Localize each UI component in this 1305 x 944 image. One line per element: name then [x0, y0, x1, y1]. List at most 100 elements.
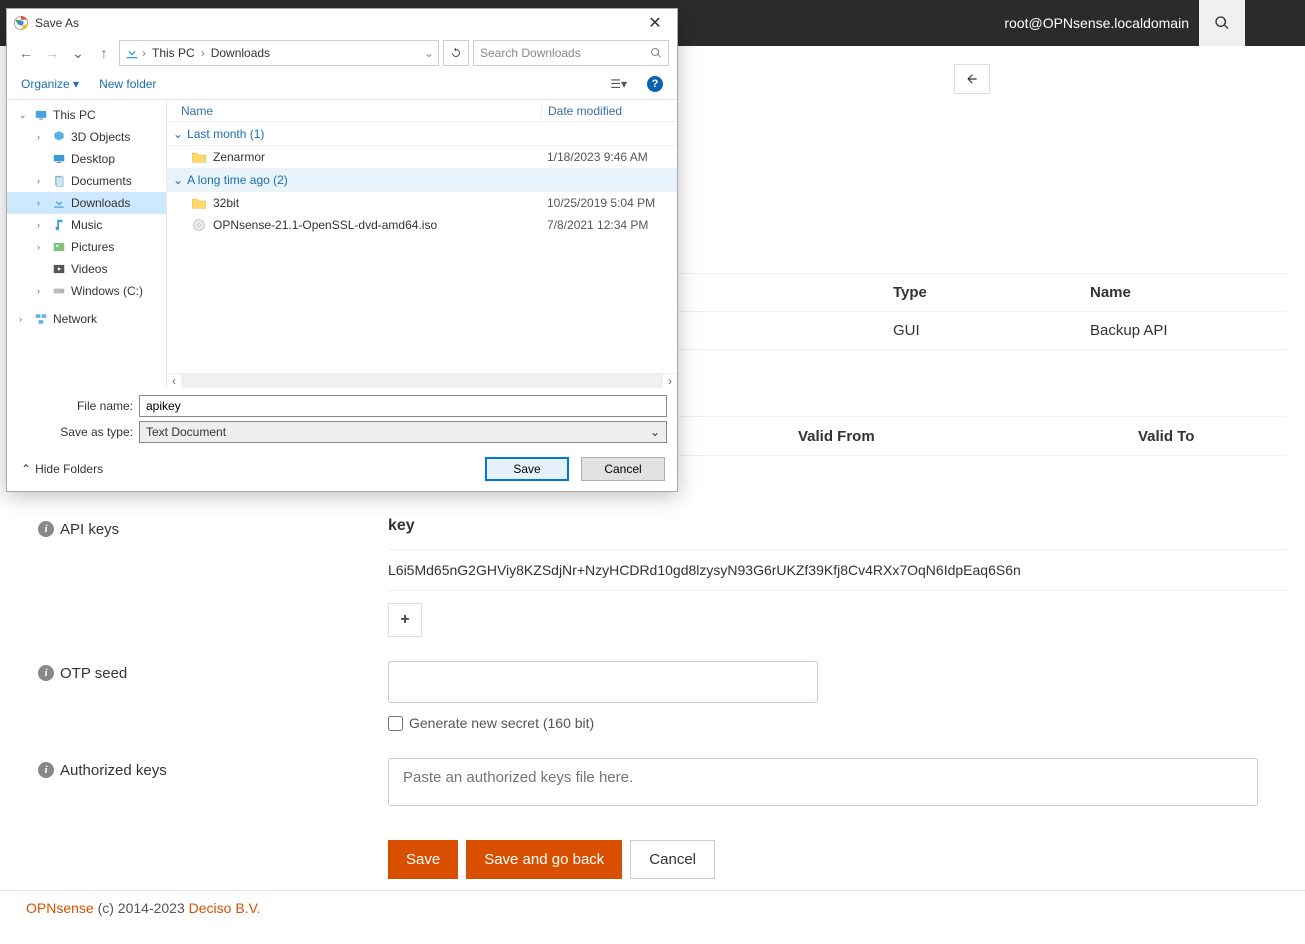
scroll-right[interactable]: ›: [663, 374, 677, 388]
tree-videos[interactable]: Videos: [7, 258, 166, 280]
breadcrumb-downloads[interactable]: Downloads: [207, 46, 274, 60]
dialog-cancel-button[interactable]: Cancel: [581, 457, 665, 481]
tree-music[interactable]: ›Music: [7, 214, 166, 236]
search-icon: [650, 47, 662, 59]
chevron-down-icon: ⌄: [650, 425, 660, 439]
otp-label: OTP seed: [60, 665, 127, 682]
downloads-icon: [51, 196, 67, 210]
new-folder-button[interactable]: New folder: [99, 77, 156, 91]
group-longtime[interactable]: ⌄A long time ago (2): [167, 168, 677, 192]
organize-menu[interactable]: Organize ▾: [21, 77, 79, 91]
tree-3dobjects[interactable]: ›3D Objects: [7, 126, 166, 148]
info-icon[interactable]: i: [38, 521, 54, 537]
footer-company-link[interactable]: Deciso B.V.: [189, 900, 261, 916]
chevron-down-icon: ⌄: [173, 173, 183, 187]
api-key-header: key: [388, 517, 1287, 550]
iso-icon: [191, 218, 207, 232]
action-row: Save Save and go back Cancel: [388, 840, 715, 879]
folder-icon: [191, 150, 207, 164]
col-valid-from: Valid From: [798, 428, 1138, 445]
desktop-icon: [51, 152, 67, 166]
dialog-fields: File name: Save as type: Text Document⌄: [7, 387, 677, 449]
filetype-label: Save as type:: [17, 425, 133, 439]
nav-up-button[interactable]: ↑: [93, 45, 115, 61]
search-button[interactable]: [1199, 0, 1245, 46]
close-button[interactable]: ✕: [639, 13, 671, 33]
arrow-left-icon: [965, 72, 979, 86]
scroll-left[interactable]: ‹: [167, 374, 181, 388]
tree-downloads[interactable]: ›Downloads: [7, 192, 166, 214]
refresh-icon: [450, 47, 462, 59]
otp-generate-row[interactable]: Generate new secret (160 bit): [388, 715, 1287, 731]
nav-forward-button: →: [41, 45, 63, 61]
nav-back-button[interactable]: ←: [15, 45, 37, 61]
dialog-toolbar: Organize ▾ New folder ☰▾ ?: [7, 69, 677, 99]
hide-folders-toggle[interactable]: ⌃Hide Folders: [21, 462, 103, 476]
plus-icon: +: [400, 611, 409, 629]
filename-label: File name:: [17, 399, 133, 413]
dialog-title: Save As: [35, 16, 639, 30]
info-icon[interactable]: i: [38, 762, 54, 778]
otp-generate-checkbox[interactable]: [388, 716, 403, 731]
file-list[interactable]: Name Date modified ⌄Last month (1) Zenar…: [167, 100, 677, 387]
tree-pictures[interactable]: ›Pictures: [7, 236, 166, 258]
tree-thispc[interactable]: ⌄This PC: [7, 104, 166, 126]
folder-tree[interactable]: ⌄This PC ›3D Objects Desktop ›Documents …: [7, 100, 167, 387]
dialog-body: ⌄This PC ›3D Objects Desktop ›Documents …: [7, 99, 677, 387]
save-button[interactable]: Save: [388, 840, 458, 879]
group-last-month[interactable]: ⌄Last month (1): [167, 122, 677, 146]
file-opnsense-iso[interactable]: OPNsense-21.1-OpenSSL-dvd-amd64.iso 7/8/…: [167, 214, 677, 236]
user-host: root@OPNsense.localdomain: [1004, 15, 1189, 31]
cancel-button[interactable]: Cancel: [630, 840, 715, 879]
save-and-go-back-button[interactable]: Save and go back: [466, 840, 622, 879]
footer-copyright: (c) 2014-2023: [94, 900, 189, 916]
api-keys-row: iAPI keys key L6i5Md65nG2GHViy8KZSdjNr+N…: [38, 517, 1287, 637]
view-options-button[interactable]: ☰▾: [610, 77, 627, 91]
column-headers[interactable]: Name Date modified: [167, 100, 677, 122]
authorized-keys-textarea[interactable]: [388, 758, 1258, 806]
nav-recent-dropdown[interactable]: ⌄: [67, 45, 89, 62]
add-key-button[interactable]: +: [388, 603, 422, 637]
thispc-icon: [33, 108, 49, 122]
info-icon[interactable]: i: [38, 665, 54, 681]
search-placeholder: Search Downloads: [480, 46, 581, 60]
search-box[interactable]: Search Downloads: [473, 40, 669, 66]
search-icon: [1214, 15, 1230, 31]
file-zenarmor[interactable]: Zenarmor 1/18/2023 9:46 AM: [167, 146, 677, 168]
filename-input[interactable]: [139, 395, 667, 417]
refresh-button[interactable]: [443, 40, 469, 66]
folder-icon: [191, 196, 207, 210]
back-button[interactable]: [954, 64, 990, 94]
chrome-icon: [13, 15, 29, 31]
tree-documents[interactable]: ›Documents: [7, 170, 166, 192]
filetype-select[interactable]: Text Document⌄: [139, 421, 667, 443]
col-date[interactable]: Date modified: [541, 104, 677, 118]
chevron-down-icon: ⌄: [173, 127, 183, 141]
footer-brand-link[interactable]: OPNsense: [26, 900, 94, 916]
network-icon: [33, 312, 49, 326]
downloads-icon: [124, 45, 140, 61]
breadcrumb-thispc[interactable]: This PC: [148, 46, 199, 60]
authorized-keys-label: Authorized keys: [60, 762, 167, 779]
col-name: Name: [1090, 284, 1287, 301]
address-dropdown[interactable]: ⌄: [424, 46, 434, 60]
file-32bit[interactable]: 32bit 10/25/2019 5:04 PM: [167, 192, 677, 214]
tree-network[interactable]: ›Network: [7, 308, 166, 330]
address-bar[interactable]: › This PC › Downloads ⌄: [119, 40, 439, 66]
col-name[interactable]: Name: [167, 104, 541, 118]
col-valid-to: Valid To: [1138, 428, 1194, 445]
tree-cdrive[interactable]: ›Windows (C:): [7, 280, 166, 302]
help-button[interactable]: ?: [647, 76, 663, 92]
dialog-save-button[interactable]: Save: [485, 457, 569, 481]
scroll-track[interactable]: [181, 374, 663, 388]
tree-desktop[interactable]: Desktop: [7, 148, 166, 170]
drive-icon: [51, 284, 67, 298]
save-as-dialog: Save As ✕ ← → ⌄ ↑ › This PC › Downloads …: [6, 8, 678, 492]
documents-icon: [51, 174, 67, 188]
otp-seed-input[interactable]: [388, 661, 818, 703]
horizontal-scrollbar[interactable]: ‹ ›: [167, 373, 677, 387]
chevron-up-icon: ⌃: [21, 462, 31, 476]
dialog-titlebar: Save As ✕: [7, 9, 677, 37]
footer: OPNsense (c) 2014-2023 Deciso B.V.: [26, 900, 261, 916]
footer-divider: [0, 890, 1305, 891]
